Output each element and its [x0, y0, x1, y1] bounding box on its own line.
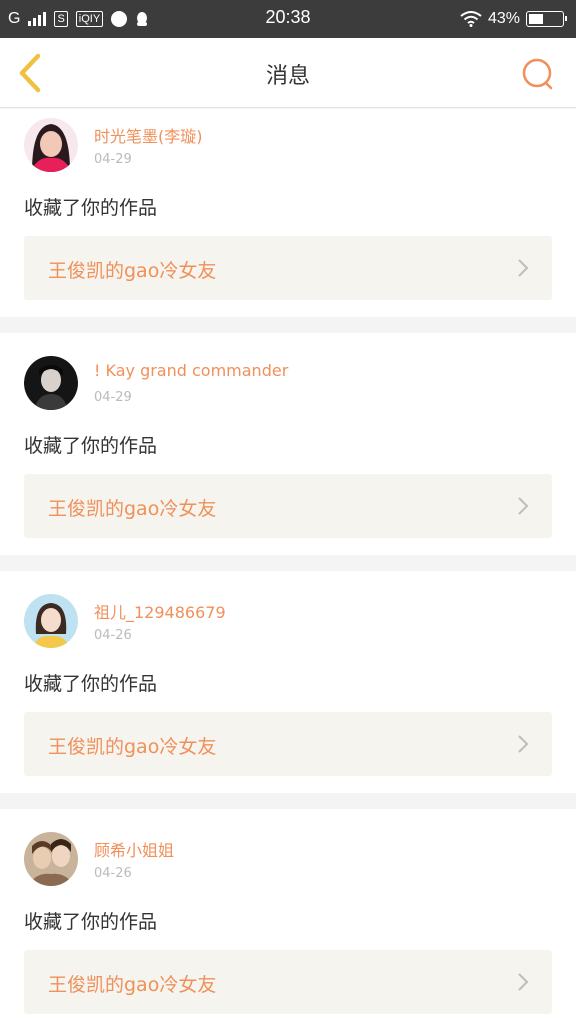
chevron-right-icon	[518, 973, 529, 991]
status-right: 43%	[460, 8, 567, 30]
avatar[interactable]	[24, 832, 78, 886]
work-title: 王俊凯的gao冷女友	[48, 974, 217, 996]
work-link[interactable]: 王俊凯的gao冷女友	[24, 236, 552, 300]
message-date: 04-29	[94, 152, 132, 167]
avatar[interactable]	[24, 356, 78, 410]
card-divider	[0, 793, 576, 809]
user-avatar-image	[24, 118, 78, 172]
user-avatar-image	[24, 832, 78, 886]
battery-icon	[526, 11, 567, 27]
username[interactable]: ! Kay grand commander	[94, 361, 288, 380]
chevron-right-icon	[518, 259, 529, 277]
username[interactable]: 时光笔墨(李璇)	[94, 123, 203, 147]
user-avatar-image	[24, 356, 78, 410]
page-title: 消息	[265, 64, 310, 89]
username[interactable]: 祖儿_129486679	[94, 599, 226, 623]
nav-bar: 消息	[0, 38, 576, 108]
work-link[interactable]: 王俊凯的gao冷女友	[24, 950, 552, 1014]
action-text: 收藏了你的作品	[24, 911, 158, 933]
message-date: 04-26	[94, 628, 132, 643]
avatar[interactable]	[24, 594, 78, 648]
work-link[interactable]: 王俊凯的gao冷女友	[24, 712, 552, 776]
message-card: 顾希小姐姐 04-26 收藏了你的作品 王俊凯的gao冷女友	[0, 809, 576, 1031]
battery-percent: 43%	[487, 10, 520, 27]
search-icon	[522, 58, 553, 90]
message-card: 时光笔墨(李璇) 04-29 收藏了你的作品 王俊凯的gao冷女友	[0, 109, 576, 317]
status-bar: G S iQIY 20:38 43%	[0, 0, 576, 38]
chevron-right-icon	[518, 735, 529, 753]
message-date: 04-26	[94, 866, 132, 881]
action-text: 收藏了你的作品	[24, 673, 158, 695]
battery-fill	[529, 14, 543, 24]
wifi-icon	[460, 11, 482, 27]
card-divider	[0, 555, 576, 571]
search-button[interactable]	[520, 56, 556, 92]
avatar[interactable]	[24, 118, 78, 172]
chevron-right-icon	[518, 497, 529, 515]
work-title: 王俊凯的gao冷女友	[48, 736, 217, 758]
message-date: 04-29	[94, 390, 132, 405]
message-card: 祖儿_129486679 04-26 收藏了你的作品 王俊凯的gao冷女友	[0, 571, 576, 793]
action-text: 收藏了你的作品	[24, 435, 158, 457]
username[interactable]: 顾希小姐姐	[94, 837, 174, 861]
work-link[interactable]: 王俊凯的gao冷女友	[24, 474, 552, 538]
user-avatar-image	[24, 594, 78, 648]
message-card: ! Kay grand commander 04-29 收藏了你的作品 王俊凯的…	[0, 333, 576, 555]
card-divider	[0, 317, 576, 333]
action-text: 收藏了你的作品	[24, 197, 158, 219]
work-title: 王俊凯的gao冷女友	[48, 498, 217, 520]
work-title: 王俊凯的gao冷女友	[48, 260, 217, 282]
message-feed: 时光笔墨(李璇) 04-29 收藏了你的作品 王俊凯的gao冷女友 ! Kay …	[0, 109, 576, 1031]
